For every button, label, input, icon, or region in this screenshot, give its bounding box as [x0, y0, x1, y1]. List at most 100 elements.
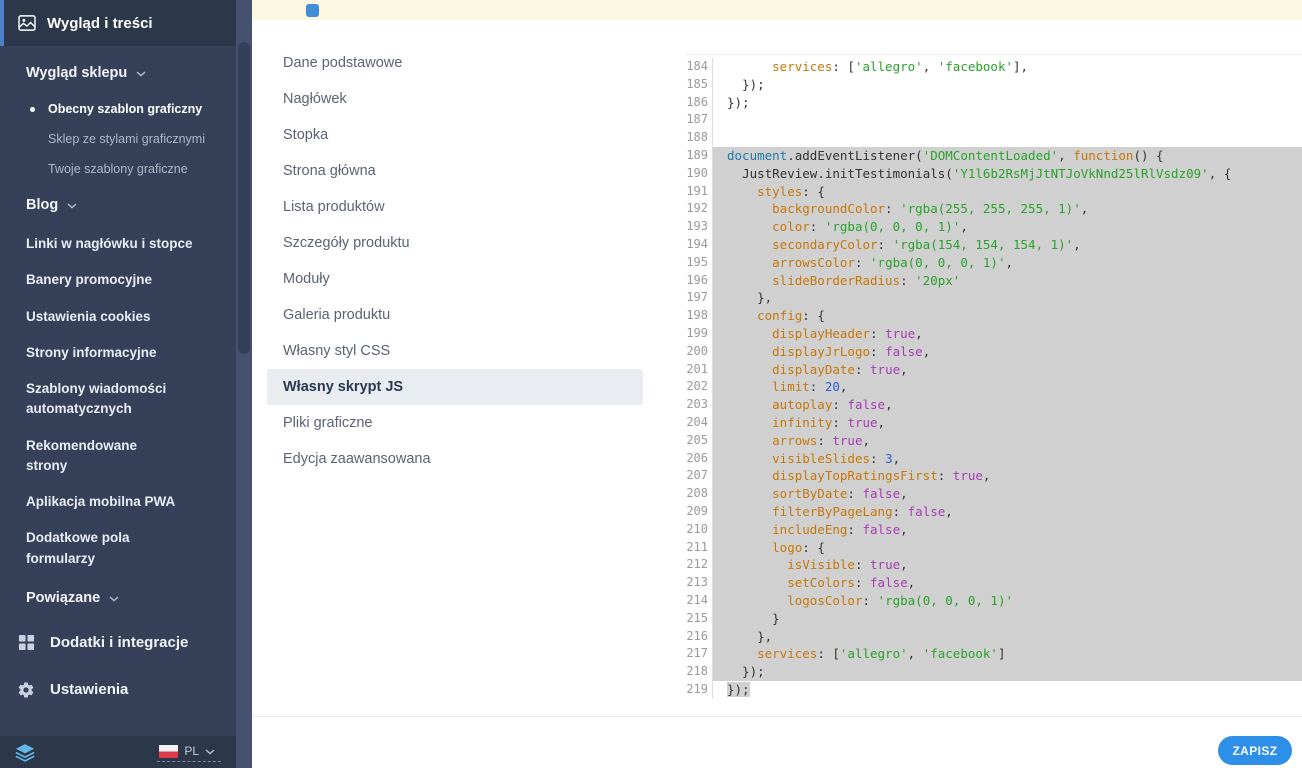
sidebar-item-label: Powiązane — [26, 589, 101, 606]
line-number: 212 — [685, 556, 713, 575]
code-line-209[interactable]: 209 filterByPageLang: false, — [685, 502, 1302, 521]
sidebar-scrollbar[interactable] — [236, 0, 252, 768]
settings-menu-item-2[interactable]: Stopka — [267, 117, 643, 153]
code-line-191[interactable]: 191 styles: { — [685, 182, 1302, 201]
sidebar-item-label: Dodatki i integracje — [50, 633, 189, 651]
code-line-207[interactable]: 207 displayTopRatingsFirst: true, — [685, 467, 1302, 486]
code-line-213[interactable]: 213 setColors: false, — [685, 574, 1302, 592]
code-text: slideBorderRadius: '20px' — [713, 271, 1302, 290]
code-line-193[interactable]: 193 color: 'rgba(0, 0, 0, 1)', — [685, 218, 1302, 236]
code-line-188[interactable]: 188 — [685, 129, 1302, 147]
settings-menu-item-label: Stopka — [283, 127, 329, 143]
line-number: 195 — [685, 253, 713, 272]
line-number: 204 — [685, 413, 713, 432]
scrollbar-thumb[interactable] — [238, 42, 250, 354]
sidebar-item-label: Twoje szablony graficzne — [48, 162, 188, 176]
settings-menu-item-9[interactable]: Własny skrypt JS — [267, 369, 643, 405]
sidebar-item-4[interactable]: Blog — [0, 184, 236, 226]
settings-menu-item-label: Szczegóły produktu — [283, 235, 410, 251]
settings-menu-item-7[interactable]: Galeria produktu — [267, 297, 643, 333]
code-line-212[interactable]: 212 isVisible: true, — [685, 556, 1302, 575]
code-line-199[interactable]: 199 displayHeader: true, — [685, 324, 1302, 343]
line-number: 219 — [685, 680, 713, 699]
code-line-206[interactable]: 206 visibleSlides: 3, — [685, 449, 1302, 468]
code-editor[interactable]: 184 services: ['allegro', 'facebook'], 18… — [685, 54, 1302, 699]
sidebar-item-6[interactable]: Banery promocyjne — [0, 262, 236, 298]
sidebar-item-11[interactable]: Aplikacja mobilna PWA — [0, 484, 236, 520]
code-text: }); — [713, 663, 1302, 681]
code-line-196[interactable]: 196 slideBorderRadius: '20px' — [685, 271, 1302, 290]
code-text: arrowsColor: 'rgba(0, 0, 0, 1)', — [713, 253, 1302, 272]
code-line-189[interactable]: 189 document.addEventListener('DOMContent… — [685, 146, 1302, 165]
code-line-215[interactable]: 215 } — [685, 609, 1302, 628]
line-number: 206 — [685, 449, 713, 468]
settings-menu-item-label: Strona główna — [283, 163, 376, 179]
code-line-195[interactable]: 195 arrowsColor: 'rgba(0, 0, 0, 1)', — [685, 253, 1302, 272]
code-line-184[interactable]: 184 services: ['allegro', 'facebook'], — [685, 58, 1302, 76]
sidebar-item-label: Dodatkowe pola formularzy — [26, 530, 130, 566]
sidebar-item-8[interactable]: Strony informacyjne — [0, 335, 236, 371]
code-line-211[interactable]: 211 logo: { — [685, 538, 1302, 557]
settings-menu-item-5[interactable]: Szczegóły produktu — [267, 225, 643, 261]
sidebar-item-14[interactable]: Dodatki i integracje — [0, 619, 236, 666]
code-line-216[interactable]: 216 }, — [685, 627, 1302, 646]
sidebar-item-10[interactable]: Rekomendowane strony — [0, 428, 236, 485]
code-line-197[interactable]: 197 }, — [685, 289, 1302, 308]
sidebar-item-3[interactable]: Twoje szablony graficzne — [0, 154, 236, 184]
code-line-192[interactable]: 192 backgroundColor: 'rgba(255, 255, 255… — [685, 200, 1302, 219]
code-text: displayHeader: true, — [713, 324, 1302, 343]
line-number: 186 — [685, 93, 713, 112]
settings-menu-item-8[interactable]: Własny styl CSS — [267, 333, 643, 369]
code-line-218[interactable]: 218 }); — [685, 663, 1302, 681]
code-line-208[interactable]: 208 sortByDate: false, — [685, 485, 1302, 503]
code-line-185[interactable]: 185 }); — [685, 75, 1302, 94]
code-text: }); — [727, 94, 750, 110]
banner-icon[interactable] — [306, 4, 319, 17]
sidebar-header[interactable]: Wygląd i treści — [0, 0, 236, 46]
code-line-214[interactable]: 214 logosColor: 'rgba(0, 0, 0, 1)' — [685, 591, 1302, 610]
code-line-187[interactable]: 187 — [685, 111, 1302, 130]
code-line-201[interactable]: 201 displayDate: true, — [685, 360, 1302, 379]
sidebar-item-label: Ustawienia — [50, 681, 129, 699]
sidebar-item-0[interactable]: Wygląd sklepu — [0, 52, 236, 94]
code-line-194[interactable]: 194 secondaryColor: 'rgba(154, 154, 154,… — [685, 235, 1302, 254]
sidebar-item-12[interactable]: Dodatkowe pola formularzy — [0, 520, 236, 577]
settings-menu-item-4[interactable]: Lista produktów — [267, 189, 643, 225]
layers-icon[interactable] — [15, 743, 35, 762]
code-text: services: ['allegro', 'facebook'] — [713, 645, 1302, 664]
settings-menu-item-6[interactable]: Moduły — [267, 261, 643, 297]
code-line-219[interactable]: 219}); — [685, 680, 1302, 699]
sidebar-item-2[interactable]: Sklep ze stylami graficznymi — [0, 124, 236, 154]
sidebar-item-13[interactable]: Powiązane — [0, 577, 236, 619]
sidebar-item-15[interactable]: Ustawienia — [0, 666, 236, 714]
code-line-204[interactable]: 204 infinity: true, — [685, 413, 1302, 432]
settings-menu-item-11[interactable]: Edycja zaawansowana — [267, 441, 643, 477]
line-number: 192 — [685, 200, 713, 219]
settings-menu-item-label: Lista produktów — [283, 199, 385, 215]
settings-menu-item-3[interactable]: Strona główna — [267, 153, 643, 189]
language-selector[interactable]: PL — [157, 742, 221, 762]
sidebar-item-1[interactable]: Obecny szablon graficzny — [0, 94, 236, 124]
code-line-190[interactable]: 190 JustReview.initTestimonials('Y1l6b2R… — [685, 164, 1302, 183]
settings-menu-item-0[interactable]: Dane podstawowe — [267, 45, 643, 81]
sidebar-item-9[interactable]: Szablony wiadomości automatycznych — [0, 371, 236, 428]
line-number: 218 — [685, 663, 713, 681]
code-line-210[interactable]: 210 includeEng: false, — [685, 520, 1302, 539]
line-number: 216 — [685, 627, 713, 646]
code-line-205[interactable]: 205 arrows: true, — [685, 431, 1302, 450]
sidebar-item-7[interactable]: Ustawienia cookies — [0, 299, 236, 335]
gear-icon — [16, 681, 36, 699]
code-line-202[interactable]: 202 limit: 20, — [685, 378, 1302, 397]
settings-menu-item-10[interactable]: Pliki graficzne — [267, 405, 643, 441]
sidebar-item-5[interactable]: Linki w nagłówku i stopce — [0, 226, 236, 262]
code-line-200[interactable]: 200 displayJrLogo: false, — [685, 342, 1302, 361]
code-text: }); — [713, 680, 1302, 699]
save-button[interactable]: ZAPISZ — [1218, 736, 1292, 765]
sidebar-nav: Wygląd sklepu Obecny szablon graficzny Skl… — [0, 46, 236, 714]
code-line-186[interactable]: 186}); — [685, 93, 1302, 112]
code-line-217[interactable]: 217 services: ['allegro', 'facebook'] — [685, 645, 1302, 664]
code-line-198[interactable]: 198 config: { — [685, 307, 1302, 325]
settings-menu-item-1[interactable]: Nagłówek — [267, 81, 643, 117]
code-line-203[interactable]: 203 autoplay: false, — [685, 396, 1302, 414]
